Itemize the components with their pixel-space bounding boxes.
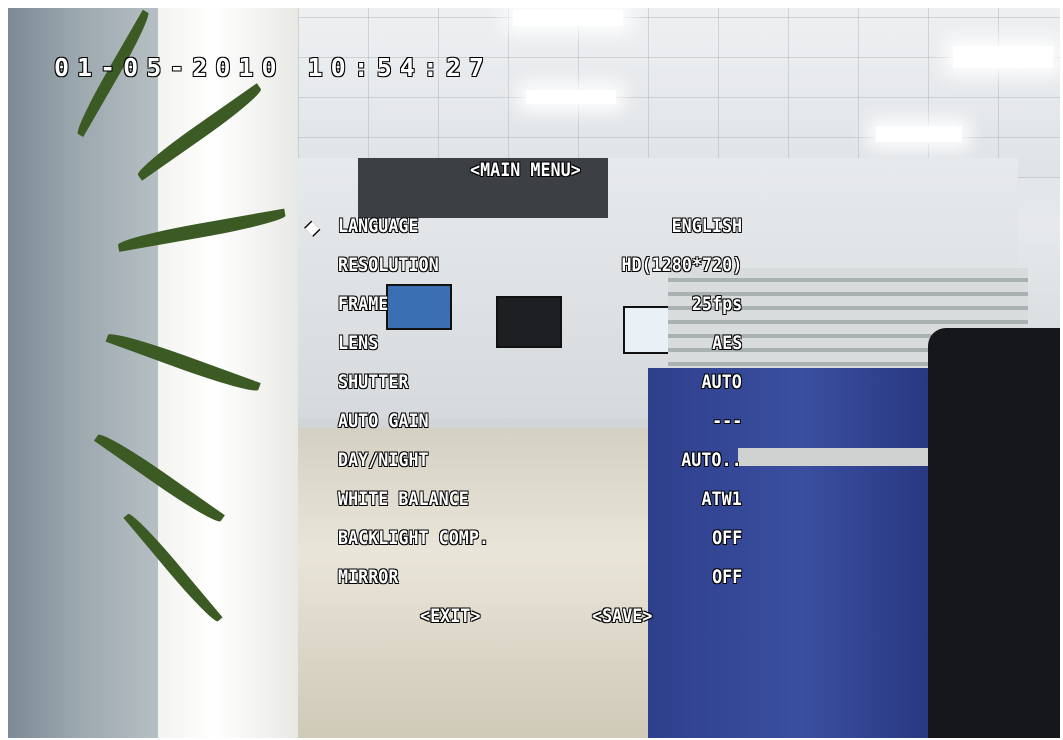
menu-item-value[interactable]: AUTO [702, 371, 742, 393]
ceiling-light [526, 90, 616, 104]
save-button[interactable]: <SAVE> [592, 605, 652, 627]
menu-item-label[interactable]: BACKLIGHT COMP. [338, 527, 489, 549]
wall-monitor-on [386, 284, 452, 330]
menu-title: <MAIN MENU> [470, 159, 581, 181]
menu-item-label[interactable]: WHITE BALANCE [338, 488, 469, 510]
wall-monitor [496, 296, 562, 348]
menu-item-value[interactable]: ENGLISH [672, 215, 742, 237]
menu-item-value[interactable]: AES [712, 332, 742, 354]
menu-item-value[interactable]: AUTO.. [682, 449, 742, 471]
menu-item-label[interactable]: LENS [338, 332, 378, 354]
menu-item-label[interactable]: AUTO GAIN [338, 410, 429, 432]
ceiling-light [513, 10, 623, 26]
timestamp-overlay: 01-05-2010 10:54:27 [54, 53, 492, 82]
ceiling [298, 8, 1060, 178]
menu-item-label[interactable]: MIRROR [338, 566, 398, 588]
menu-item-label[interactable]: SHUTTER [338, 371, 408, 393]
ceiling-light [876, 126, 962, 142]
exit-button[interactable]: <EXIT> [420, 605, 480, 627]
menu-item-label[interactable]: FRAME [338, 293, 388, 315]
menu-item-label[interactable]: DAY/NIGHT [338, 449, 429, 471]
desk-monitor [623, 306, 671, 354]
menu-item-value[interactable]: OFF [712, 566, 742, 588]
diamond-cursor-icon: ◆ [305, 213, 320, 241]
menu-item-value[interactable]: ATW1 [702, 488, 742, 510]
camera-frame: 01-05-2010 10:54:27 <MAIN MENU> ◆ LANGUA… [8, 8, 1060, 738]
menu-item-value[interactable]: HD(1280*720) [621, 254, 742, 276]
menu-item-value[interactable]: --- [712, 410, 742, 432]
menu-item-value[interactable]: 25fps [692, 293, 742, 315]
menu-item-label[interactable]: LANGUAGE [338, 215, 419, 237]
cubicle-panel [648, 368, 958, 738]
menu-item-value[interactable]: OFF [712, 527, 742, 549]
menu-item-label[interactable]: RESOLUTION [338, 254, 439, 276]
camera-scene [8, 8, 1060, 738]
desk [738, 448, 958, 466]
office-chair [928, 328, 1060, 738]
ceiling-light [953, 46, 1053, 68]
